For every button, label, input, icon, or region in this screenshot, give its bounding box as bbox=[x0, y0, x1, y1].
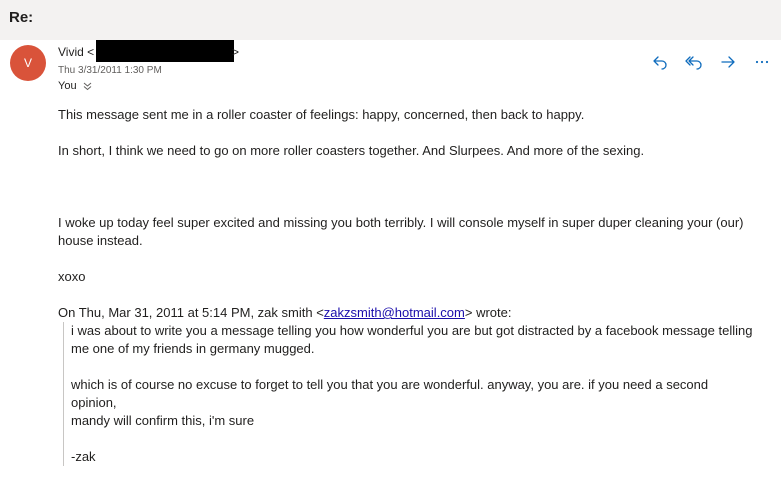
body-paragraph-2: In short, I think we need to go on more … bbox=[58, 143, 645, 158]
quoted-message: i was about to write you a message telli… bbox=[63, 322, 753, 466]
message-body: This message sent me in a roller coaster… bbox=[58, 106, 758, 322]
recipient-you: You bbox=[58, 80, 77, 92]
sender-close-bracket: > bbox=[232, 45, 240, 59]
reply-icon bbox=[653, 56, 667, 70]
body-paragraph-4: xoxo bbox=[58, 269, 86, 284]
message-actions bbox=[649, 52, 773, 72]
quote-header-prefix: On Thu, Mar 31, 2011 at 5:14 PM, zak smi… bbox=[58, 305, 324, 320]
email-link[interactable]: zakzsmith@hotmail.com bbox=[324, 305, 465, 320]
reply-all-icon bbox=[685, 56, 702, 70]
sender-name: Vivid bbox=[58, 45, 84, 59]
more-icon bbox=[755, 60, 769, 64]
quote-paragraph-1: i was about to write you a message telli… bbox=[71, 323, 753, 356]
redacted-email bbox=[96, 40, 234, 62]
sent-date: Thu 3/31/2011 1:30 PM bbox=[58, 65, 162, 76]
email-subject: Re: bbox=[9, 9, 34, 26]
avatar-initial: V bbox=[23, 56, 32, 70]
forward-button[interactable] bbox=[717, 52, 739, 72]
sender-open-bracket: < bbox=[87, 45, 95, 59]
recipients[interactable]: You bbox=[58, 80, 92, 92]
subject-bar: Re: bbox=[0, 0, 781, 40]
reply-button[interactable] bbox=[649, 52, 671, 72]
forward-icon bbox=[721, 56, 735, 68]
expand-recipients-icon[interactable] bbox=[83, 82, 92, 91]
quote-paragraph-4: -zak bbox=[71, 449, 96, 464]
body-paragraph-3: I woke up today feel super excited and m… bbox=[58, 215, 744, 248]
sender-line[interactable]: Vivid < bbox=[58, 45, 94, 59]
avatar[interactable]: V bbox=[10, 45, 46, 81]
quote-header: On Thu, Mar 31, 2011 at 5:14 PM, zak smi… bbox=[58, 304, 758, 322]
quote-header-suffix: > wrote: bbox=[464, 305, 512, 320]
reply-all-button[interactable] bbox=[683, 52, 705, 72]
body-paragraph-1: This message sent me in a roller coaster… bbox=[58, 107, 585, 122]
quote-paragraph-3: mandy will confirm this, i'm sure bbox=[71, 413, 255, 428]
more-actions-button[interactable] bbox=[751, 52, 773, 72]
quote-paragraph-2: which is of course no excuse to forget t… bbox=[71, 377, 709, 410]
